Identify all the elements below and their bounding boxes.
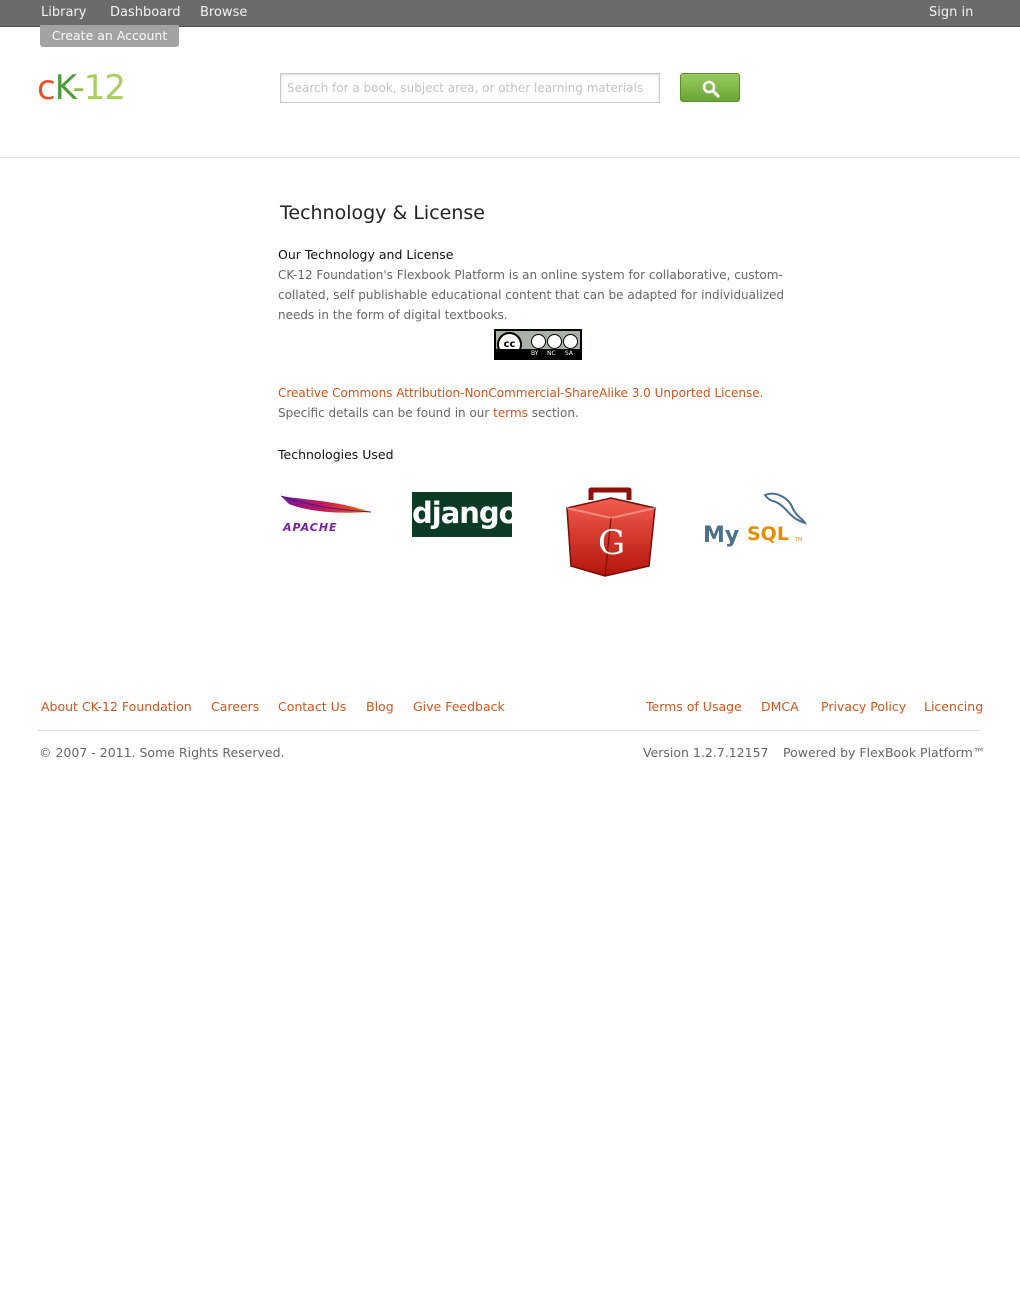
sign-in-link[interactable]: Sign in: [929, 5, 973, 21]
copyright-text: © 2007 - 2011. Some Rights Reserved.: [39, 745, 285, 760]
license-paragraph: Creative Commons Attribution-NonCommerci…: [278, 383, 813, 423]
logo-dash: -: [72, 68, 84, 108]
attribution-icon: [531, 334, 546, 349]
page-title: Technology & License: [280, 202, 485, 224]
footer-link-give-feedback[interactable]: Give Feedback: [413, 699, 505, 715]
terms-link[interactable]: terms: [493, 406, 528, 420]
ck12-logo[interactable]: cK-12: [37, 68, 126, 108]
search-input[interactable]: [280, 73, 660, 103]
section-heading-technologies-used: Technologies Used: [278, 447, 394, 462]
footer-link-contact-us[interactable]: Contact Us: [278, 699, 346, 715]
creative-commons-badge[interactable]: cc BY NC SA: [494, 329, 582, 360]
license-text-part-2: section.: [527, 406, 579, 420]
footer-divider: [38, 730, 980, 731]
nav-dashboard-link[interactable]: Dashboard: [110, 5, 181, 21]
logo-letter-c: c: [37, 68, 56, 108]
cc-by-label: BY: [531, 350, 539, 357]
technology-description: CK-12 Foundation's Flexbook Platform is …: [278, 268, 784, 322]
sharealike-icon: [563, 334, 578, 349]
mysql-wordmark-sql: SQL: [747, 523, 789, 545]
logo-number: 12: [83, 68, 126, 108]
top-nav-bar: Library Dashboard Browse Sign in: [0, 0, 1020, 27]
version-text: Version 1.2.7.12157: [643, 745, 769, 760]
section-heading-technology-license: Our Technology and License: [278, 247, 454, 262]
apache-wordmark: APACHE: [282, 521, 338, 534]
mysql-trademark: TM: [794, 537, 802, 543]
noncommercial-icon: [547, 334, 562, 349]
mysql-wordmark-my: My: [703, 523, 739, 548]
search-button[interactable]: [680, 73, 740, 102]
footer-link-careers[interactable]: Careers: [211, 699, 259, 715]
nav-library-link[interactable]: Library: [41, 5, 86, 21]
footer-link-privacy-policy[interactable]: Privacy Policy: [821, 699, 906, 715]
gwt-toolbox-logo: G: [566, 487, 656, 577]
django-logo: django: [412, 492, 519, 537]
magnifier-icon: [702, 80, 720, 98]
footer-link-licencing[interactable]: Licencing: [924, 699, 983, 715]
nav-browse-link[interactable]: Browse: [200, 5, 247, 21]
license-link[interactable]: Creative Commons Attribution-NonCommerci…: [278, 386, 763, 400]
footer-link-dmca[interactable]: DMCA: [761, 699, 799, 715]
cc-badge-strip: BY NC SA: [496, 349, 580, 358]
mysql-logo: My SQL TM: [703, 492, 807, 548]
apache-logo: APACHE: [280, 495, 372, 534]
header-divider: [0, 157, 1020, 158]
create-account-button[interactable]: Create an Account: [40, 25, 179, 47]
footer-link-blog[interactable]: Blog: [366, 699, 394, 715]
footer-link-about[interactable]: About CK-12 Foundation: [41, 699, 192, 715]
footer-link-terms-of-usage[interactable]: Terms of Usage: [646, 699, 742, 715]
powered-by-text: Powered by FlexBook Platform™: [783, 745, 986, 760]
gwt-letter-g: G: [598, 523, 625, 563]
logo-letter-k: K: [54, 68, 74, 108]
license-text-part-1: Specific details can be found in our: [278, 406, 494, 420]
cc-sa-label: SA: [565, 350, 574, 357]
cc-nc-label: NC: [547, 350, 556, 357]
